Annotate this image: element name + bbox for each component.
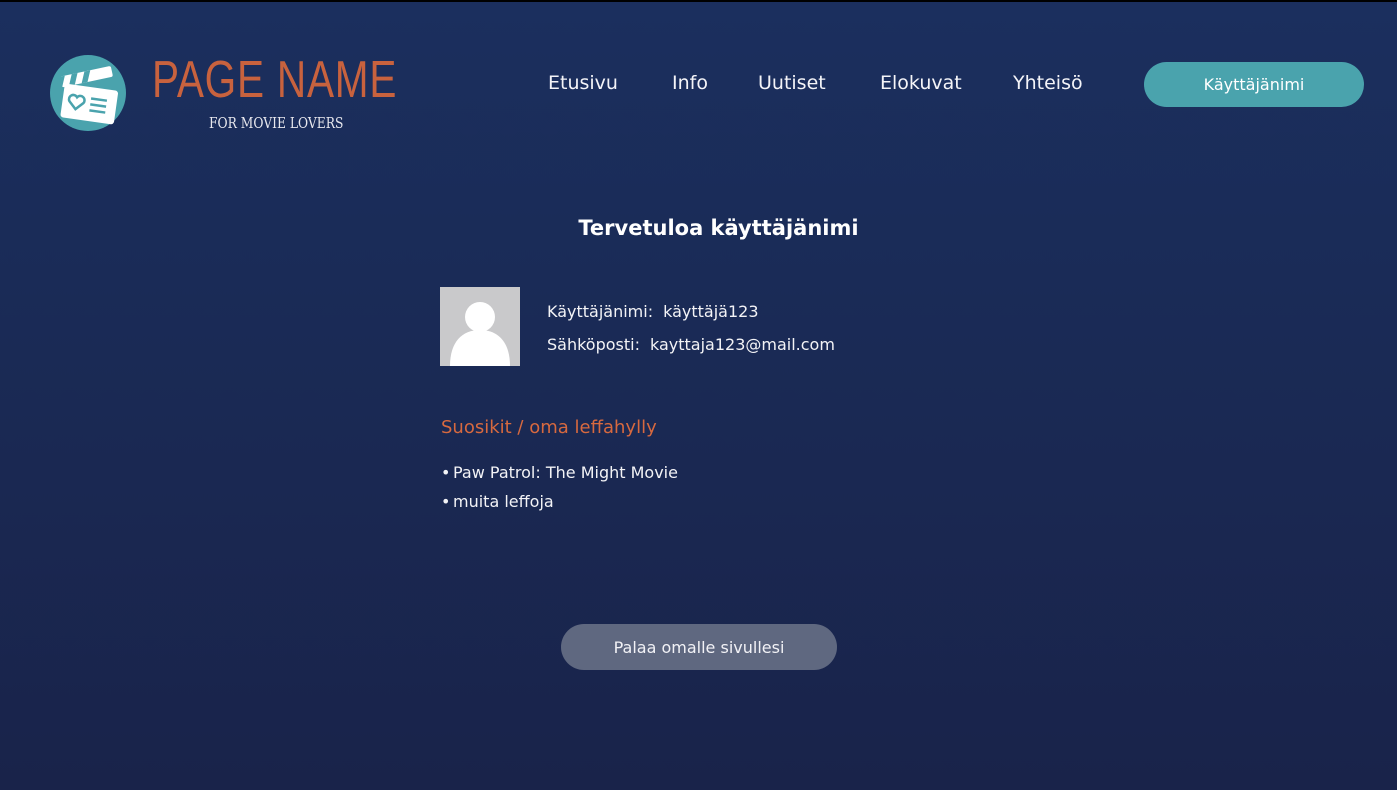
username-label: Käyttäjänimi:: [547, 302, 654, 321]
favorite-title: muita leffoja: [453, 492, 554, 511]
nav-item-etusivu[interactable]: Etusivu: [548, 72, 618, 94]
logo-subtitle: FOR MOVIE LOVERS: [209, 114, 344, 132]
favorites-heading: Suosikit / oma leffahylly: [441, 417, 657, 438]
username-value: käyttäjä123: [663, 302, 759, 321]
list-item[interactable]: • muita leffoja: [441, 491, 678, 520]
favorite-title: Paw Patrol: The Might Movie: [453, 463, 678, 482]
nav-item-elokuvat[interactable]: Elokuvat: [880, 72, 962, 94]
user-silhouette-icon: [440, 302, 520, 366]
list-item[interactable]: • Paw Patrol: The Might Movie: [441, 462, 678, 491]
nav-item-info[interactable]: Info: [672, 72, 708, 94]
back-to-profile-button[interactable]: Palaa omalle sivullesi: [561, 624, 837, 670]
username-row: Käyttäjänimi: käyttäjä123: [547, 302, 759, 321]
bullet: •: [441, 492, 451, 511]
top-border: [0, 0, 1397, 2]
nav-item-yhteiso[interactable]: Yhteisö: [1013, 72, 1083, 94]
page-title: Tervetuloa käyttäjänimi: [578, 216, 859, 240]
nav-item-uutiset[interactable]: Uutiset: [758, 72, 826, 94]
email-label: Sähköposti:: [547, 335, 640, 354]
avatar: [440, 287, 520, 366]
email-value: kayttaja123@mail.com: [649, 335, 835, 354]
bullet: •: [441, 463, 451, 482]
email-row: Sähköposti: kayttaja123@mail.com: [547, 335, 835, 354]
user-account-button[interactable]: Käyttäjänimi: [1144, 62, 1364, 107]
favorites-list: • Paw Patrol: The Might Movie • muita leff…: [441, 462, 678, 520]
